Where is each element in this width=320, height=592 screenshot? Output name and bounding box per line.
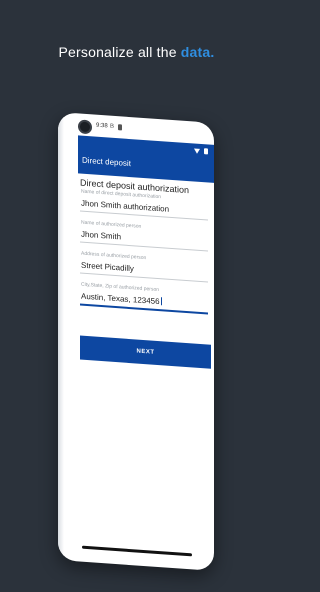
- signal-icon: [194, 148, 200, 154]
- app-bar: Direct deposit: [78, 135, 214, 183]
- deposit-form: Direct deposit authorization Name of dir…: [80, 176, 210, 322]
- field-value[interactable]: Jhon Smith: [81, 230, 121, 242]
- field-underline: [80, 272, 208, 283]
- phone-edge: [58, 112, 64, 561]
- field-underline: [80, 241, 208, 252]
- gesture-nav-bar[interactable]: [82, 545, 192, 557]
- field-underline: [80, 303, 208, 314]
- promo-text: Personalize all the: [58, 44, 177, 60]
- status-b-icon: B: [110, 123, 115, 130]
- camera-icon: [78, 119, 92, 135]
- field-value[interactable]: Street Picadilly: [81, 261, 134, 274]
- promo-highlight: data.: [180, 44, 215, 60]
- phone-mockup: 9:38 B Direct deposit Direct deposit aut…: [58, 112, 214, 571]
- sim-icon: [118, 124, 122, 131]
- battery-icon: [204, 148, 208, 155]
- text-cursor: [160, 297, 162, 306]
- status-time: 9:38: [96, 122, 108, 130]
- app-bar-title: Direct deposit: [82, 155, 131, 169]
- next-button[interactable]: NEXT: [80, 335, 211, 369]
- promo-headline: Personalize all the data.: [0, 44, 273, 60]
